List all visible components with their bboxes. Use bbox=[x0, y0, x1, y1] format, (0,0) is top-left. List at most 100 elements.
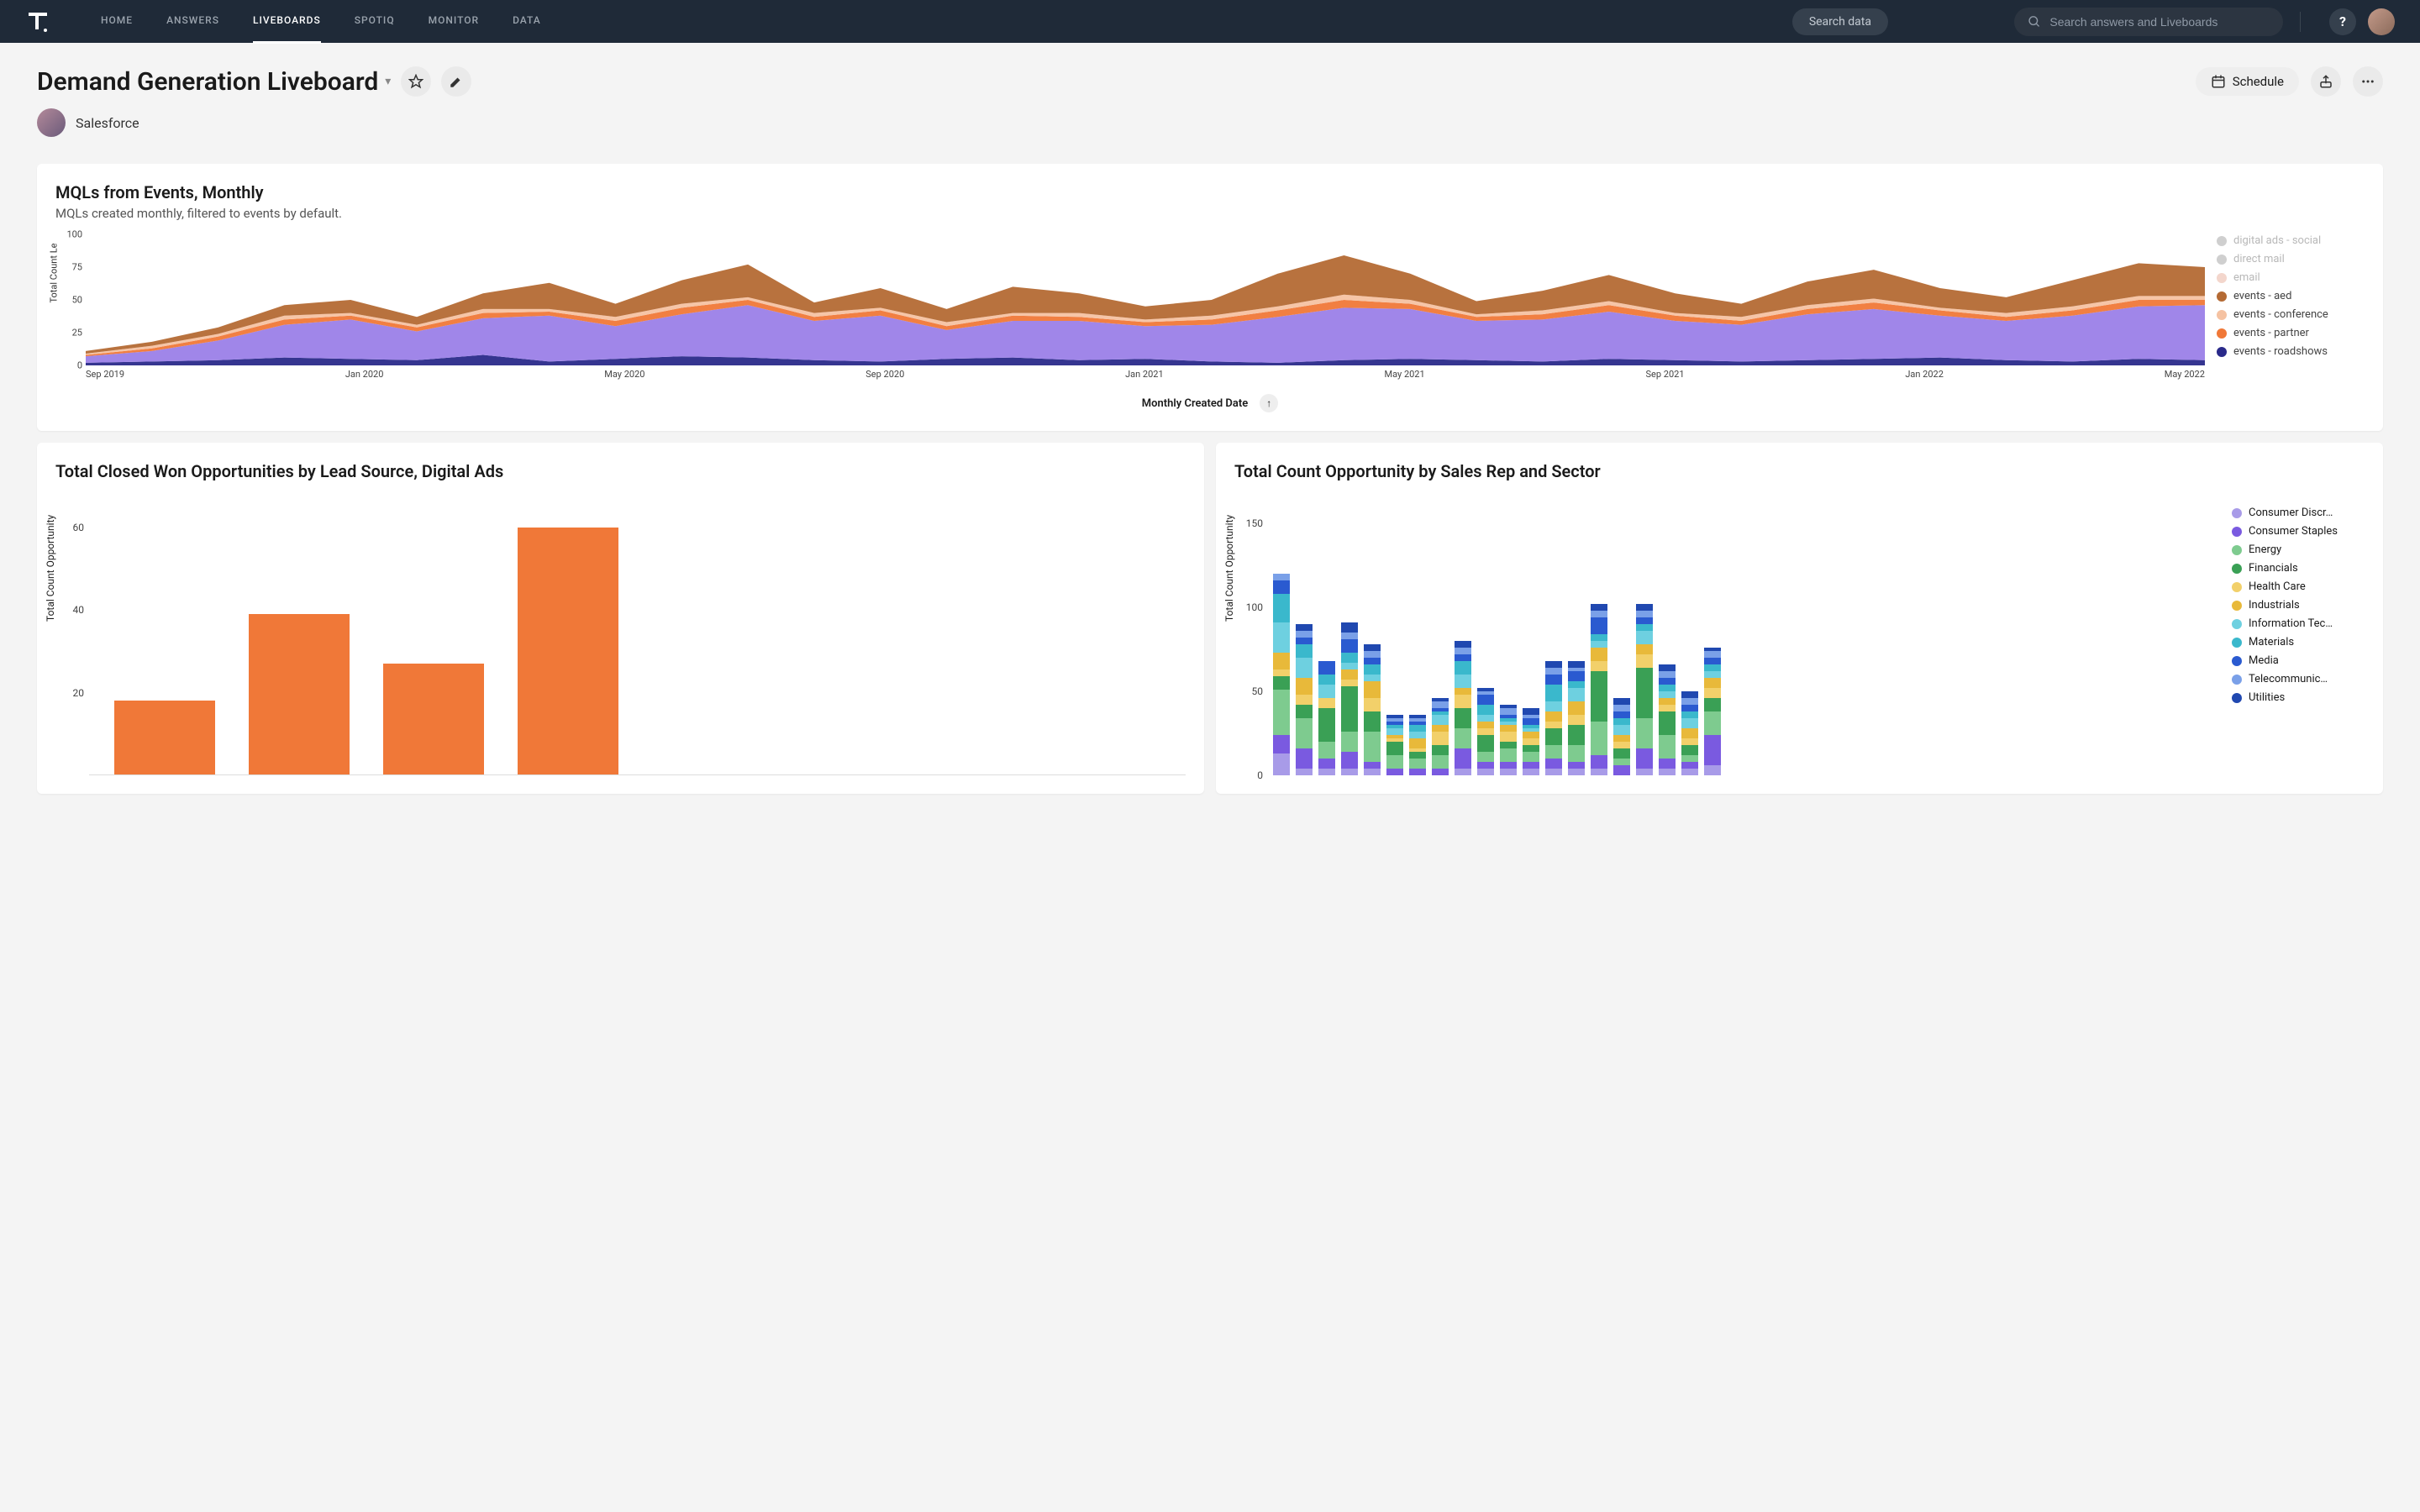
favorite-button[interactable] bbox=[401, 66, 431, 97]
global-search[interactable] bbox=[2014, 8, 2283, 36]
legend-label: events - partner bbox=[2233, 327, 2309, 339]
legend-item[interactable]: Materials bbox=[2232, 636, 2365, 648]
bar-segment bbox=[1681, 728, 1698, 738]
bar-segment bbox=[1455, 769, 1471, 775]
bar-segment bbox=[1545, 685, 1562, 701]
stacked-bar[interactable] bbox=[1273, 574, 1290, 775]
legend-item[interactable]: Telecommunic… bbox=[2232, 673, 2365, 685]
legend-swatch bbox=[2232, 601, 2242, 611]
nav-item-monitor[interactable]: MONITOR bbox=[429, 0, 479, 44]
bar-segment bbox=[1568, 688, 1585, 701]
bar[interactable] bbox=[518, 528, 618, 774]
bar-segment bbox=[1568, 701, 1585, 715]
stacked-bar[interactable] bbox=[1681, 691, 1698, 775]
nav-item-data[interactable]: DATA bbox=[513, 0, 541, 44]
stacked-bar[interactable] bbox=[1477, 688, 1494, 775]
bar-segment bbox=[1318, 742, 1335, 759]
legend-item[interactable]: Industrials bbox=[2232, 599, 2365, 612]
stacked-bar[interactable] bbox=[1523, 708, 1539, 775]
bar-segment bbox=[1659, 698, 1676, 705]
author-avatar[interactable] bbox=[37, 108, 66, 137]
bar-segment bbox=[1477, 752, 1494, 762]
legend-label: Energy bbox=[2249, 543, 2281, 556]
stacked-bar[interactable] bbox=[1364, 644, 1381, 775]
stacked-bar[interactable] bbox=[1545, 661, 1562, 775]
legend-item[interactable]: events - aed bbox=[2217, 290, 2365, 302]
global-search-input[interactable] bbox=[2049, 15, 2270, 29]
area-chart[interactable]: Total Count Le 0255075100 Sep 2019Jan 20… bbox=[55, 234, 2205, 386]
search-data-button[interactable]: Search data bbox=[1792, 8, 1888, 35]
bar-segment bbox=[1296, 748, 1313, 769]
nav-item-answers[interactable]: ANSWERS bbox=[166, 0, 219, 44]
stacked-bar[interactable] bbox=[1318, 661, 1335, 775]
legend-item[interactable]: Financials bbox=[2232, 562, 2365, 575]
legend-item[interactable]: Media bbox=[2232, 654, 2365, 667]
bar-segment bbox=[1477, 762, 1494, 769]
bar-segment bbox=[1364, 675, 1381, 681]
stacked-legend: Consumer Discr… Consumer Staples Energy Fin… bbox=[2222, 507, 2365, 775]
y-tick: 50 bbox=[1252, 685, 1264, 697]
stacked-bar[interactable] bbox=[1613, 698, 1630, 775]
stacked-bar[interactable] bbox=[1704, 648, 1721, 775]
legend-item[interactable]: Utilities bbox=[2232, 691, 2365, 704]
stacked-bar-chart[interactable] bbox=[1268, 507, 2222, 775]
nav-item-liveboards[interactable]: LIVEBOARDS bbox=[253, 0, 321, 44]
bar-segment bbox=[1455, 661, 1471, 675]
stacked-bar[interactable] bbox=[1432, 698, 1449, 775]
bar-chart[interactable] bbox=[89, 507, 1186, 775]
bar-segment bbox=[1545, 722, 1562, 728]
stacked-bar[interactable] bbox=[1409, 715, 1426, 775]
bar-segment bbox=[1296, 631, 1313, 638]
more-button[interactable] bbox=[2353, 66, 2383, 97]
stacked-bar[interactable] bbox=[1568, 661, 1585, 775]
bar-segment bbox=[1341, 686, 1358, 732]
legend-item[interactable]: Energy bbox=[2232, 543, 2365, 556]
legend-item[interactable]: events - partner bbox=[2217, 327, 2365, 339]
share-button[interactable] bbox=[2311, 66, 2341, 97]
stacked-bar[interactable] bbox=[1500, 705, 1517, 775]
bar-segment bbox=[1523, 738, 1539, 745]
user-avatar[interactable] bbox=[2368, 8, 2395, 35]
bar-segment bbox=[1568, 769, 1585, 775]
stacked-bar[interactable] bbox=[1591, 604, 1607, 775]
stacked-bar[interactable] bbox=[1296, 624, 1313, 775]
stacked-bar[interactable] bbox=[1636, 604, 1653, 775]
stacked-bar[interactable] bbox=[1659, 664, 1676, 775]
legend-item[interactable]: Information Tec… bbox=[2232, 617, 2365, 630]
schedule-button[interactable]: Schedule bbox=[2196, 67, 2299, 96]
legend-item[interactable]: Consumer Staples bbox=[2232, 525, 2365, 538]
bar-segment bbox=[1409, 769, 1426, 775]
bar-segment bbox=[1704, 688, 1721, 698]
y-axis: Total Count Opportunity 204060 bbox=[55, 507, 89, 775]
stacked-bar[interactable] bbox=[1341, 622, 1358, 775]
legend-label: events - roadshows bbox=[2233, 345, 2328, 358]
bar-segment bbox=[1386, 742, 1403, 755]
bar[interactable] bbox=[249, 614, 350, 774]
legend-item[interactable]: Health Care bbox=[2232, 580, 2365, 593]
app-logo[interactable] bbox=[25, 9, 50, 34]
legend-item[interactable]: direct mail bbox=[2217, 253, 2365, 265]
legend-item[interactable]: Consumer Discr… bbox=[2232, 507, 2365, 519]
stacked-bar[interactable] bbox=[1386, 715, 1403, 775]
legend-item[interactable]: digital ads - social bbox=[2217, 234, 2365, 247]
edit-button[interactable] bbox=[441, 66, 471, 97]
bar-segment bbox=[1523, 752, 1539, 762]
sort-button[interactable]: ↑ bbox=[1260, 394, 1278, 412]
legend-swatch bbox=[2217, 291, 2227, 302]
nav-item-spotiq[interactable]: SPOTIQ bbox=[355, 0, 395, 44]
y-tick: 20 bbox=[73, 687, 85, 699]
stacked-bar[interactable] bbox=[1455, 641, 1471, 775]
legend-item[interactable]: events - conference bbox=[2217, 308, 2365, 321]
bar-segment bbox=[1273, 653, 1290, 669]
nav-item-home[interactable]: HOME bbox=[101, 0, 133, 44]
bar-segment bbox=[1455, 728, 1471, 748]
title-dropdown-icon[interactable]: ▾ bbox=[385, 75, 391, 88]
help-button[interactable]: ? bbox=[2329, 8, 2356, 35]
bar-segment bbox=[1432, 732, 1449, 745]
legend-item[interactable]: email bbox=[2217, 271, 2365, 284]
bar-segment bbox=[1704, 651, 1721, 658]
bar[interactable] bbox=[383, 664, 484, 775]
bar[interactable] bbox=[114, 701, 215, 774]
author-name: Salesforce bbox=[76, 115, 139, 131]
legend-item[interactable]: events - roadshows bbox=[2217, 345, 2365, 358]
